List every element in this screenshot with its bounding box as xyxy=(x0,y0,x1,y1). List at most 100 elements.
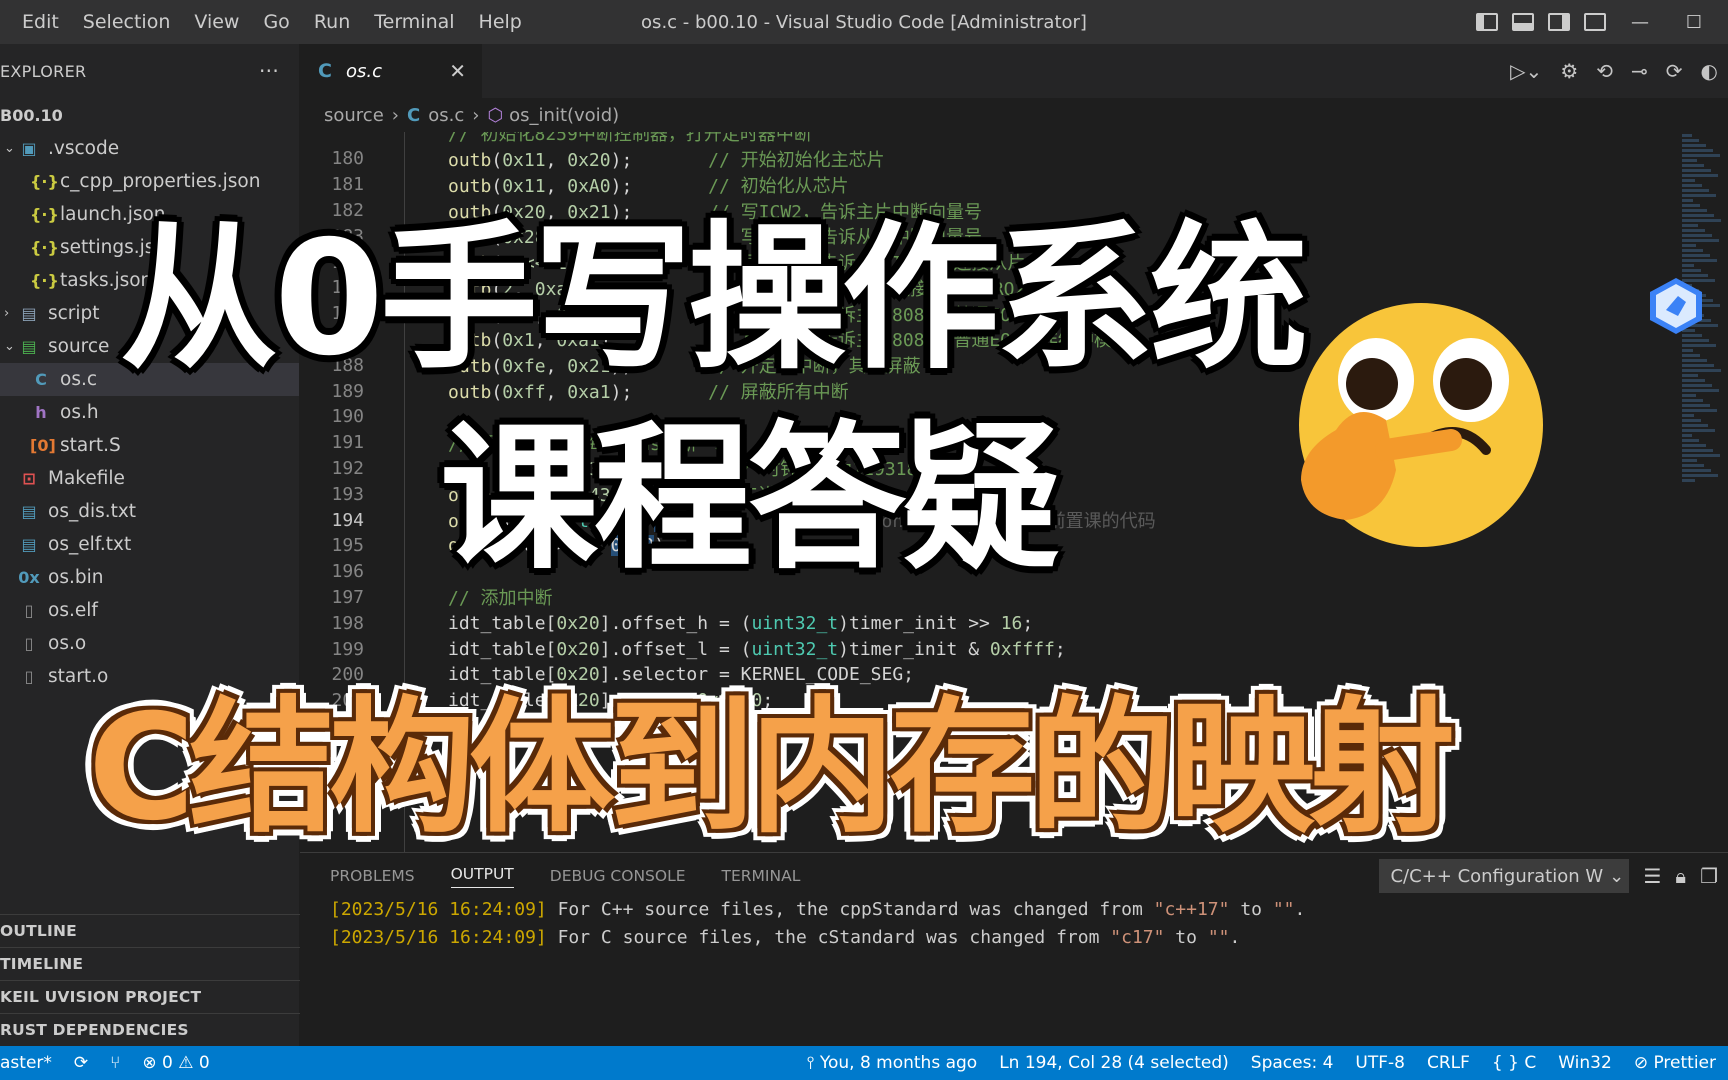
code-token: , xyxy=(567,253,589,275)
code-token: 0x11 xyxy=(502,149,546,171)
toggle-sidebar-icon[interactable] xyxy=(1476,13,1498,31)
tree-item[interactable]: [0] start.S xyxy=(0,429,299,462)
minimize-icon[interactable]: — xyxy=(1620,12,1660,33)
code-token: // 写ICW3，告诉从片连接到主片IRQ2上 xyxy=(708,278,1044,300)
tab-terminal[interactable]: TERMINAL xyxy=(722,867,801,885)
tab-os-c[interactable]: C os.c ✕ xyxy=(300,44,482,98)
code-token: 16 xyxy=(1000,612,1023,634)
tree-item[interactable]: {·} tasks.json xyxy=(0,264,299,297)
tab-debug-console[interactable]: DEBUG CONSOLE xyxy=(550,867,686,885)
gear-icon[interactable]: ⚙ xyxy=(1560,59,1578,83)
problems-status[interactable]: ⊗ 0 ⚠ 0 xyxy=(142,1053,209,1073)
json-icon: {·} xyxy=(30,238,59,257)
minimap-line xyxy=(1682,134,1692,137)
section-rust-dependencies[interactable]: RUST DEPENDENCIES xyxy=(0,1013,300,1046)
tree-item[interactable]: h os.h xyxy=(0,396,299,429)
toggle-panel-icon[interactable] xyxy=(1512,13,1534,31)
tree-item[interactable]: 0x os.bin xyxy=(0,561,299,594)
line-number: 198 xyxy=(331,612,364,634)
tree-item[interactable]: {·} c_cpp_properties.json xyxy=(0,165,299,198)
code-token: 8 xyxy=(578,535,589,557)
bird-assistant-icon[interactable] xyxy=(1648,276,1704,336)
code-token: , xyxy=(545,227,568,249)
menu-edit[interactable]: Edit xyxy=(10,11,71,33)
clear-output-icon[interactable]: ☰ xyxy=(1643,864,1661,888)
menu-view[interactable]: View xyxy=(182,11,251,33)
tree-item[interactable]: {·} settings.json xyxy=(0,231,299,264)
breadcrumb-file[interactable]: os.c xyxy=(428,105,464,126)
code-token: ); xyxy=(632,253,709,275)
maximize-icon[interactable]: ☐ xyxy=(1674,12,1714,33)
tree-item[interactable]: › ▤ script xyxy=(0,297,299,330)
branch-status[interactable]: aster* xyxy=(0,1053,52,1073)
open-changes-icon[interactable]: ⟳ xyxy=(1666,59,1683,83)
chevron-right-icon: › xyxy=(391,104,399,126)
tree-item[interactable]: ▤ os_elf.txt xyxy=(0,528,299,561)
open-log-icon[interactable]: ❐ xyxy=(1700,864,1718,888)
menu-go[interactable]: Go xyxy=(251,11,301,33)
breadcrumb-symbol[interactable]: os_init(void) xyxy=(509,105,619,126)
code-token: ( xyxy=(491,485,503,507)
project-root[interactable]: B00.10 xyxy=(0,98,299,132)
tree-item[interactable]: {·} launch.json xyxy=(0,198,299,231)
code-token: outb xyxy=(448,511,492,533)
tree-item[interactable]: ⌄ ▣ .vscode xyxy=(0,132,299,165)
section-timeline[interactable]: TIMELINE xyxy=(0,947,300,980)
menu-selection[interactable]: Selection xyxy=(71,11,183,33)
close-icon[interactable]: ✕ xyxy=(449,59,466,83)
line-number: 193 xyxy=(331,483,364,505)
cursor-position[interactable]: Ln 194, Col 28 (4 selected) xyxy=(999,1053,1229,1073)
minimap[interactable] xyxy=(1678,132,1728,852)
tree-item[interactable]: ⌄ ▤ source xyxy=(0,330,299,363)
minimap-line xyxy=(1682,244,1696,247)
breadcrumb-folder[interactable]: source xyxy=(324,105,384,126)
toggle-secondary-sidebar-icon[interactable] xyxy=(1548,13,1570,31)
tree-item-label: start.S xyxy=(60,435,121,456)
code-token: ); xyxy=(610,485,709,507)
output-token: For C++ source files, the cppStandard wa… xyxy=(546,899,1154,920)
prettier-status[interactable]: ⊘ Prettier xyxy=(1634,1053,1716,1073)
indentation[interactable]: Spaces: 4 xyxy=(1251,1053,1334,1073)
language-mode[interactable]: { } C xyxy=(1492,1053,1536,1073)
tab-output[interactable]: OUTPUT xyxy=(450,865,514,888)
more-actions-icon[interactable]: ··· xyxy=(259,59,279,83)
menu-help[interactable]: Help xyxy=(467,11,534,33)
section-keil-project[interactable]: KEIL UVISION PROJECT xyxy=(0,980,300,1013)
minimap-line xyxy=(1682,144,1706,147)
line-number: 182 xyxy=(331,199,364,221)
section-outline[interactable]: OUTLINE xyxy=(0,914,300,947)
tree-item[interactable]: Cos.c xyxy=(0,363,299,396)
menu-run[interactable]: Run xyxy=(302,11,362,33)
blame-status[interactable]: ⫯ You, 8 months ago xyxy=(807,1053,977,1073)
tree-item[interactable]: ⊡ Makefile xyxy=(0,462,299,495)
code-token: 0x36 xyxy=(502,485,546,507)
output-channel-select[interactable]: C/C++ Configuration W ⌄ xyxy=(1379,859,1630,893)
platform[interactable]: Win32 xyxy=(1558,1053,1612,1073)
go-back-icon[interactable]: ⟲ xyxy=(1596,59,1613,83)
output-log[interactable]: [2023/5/16 16:24:09] For C++ source file… xyxy=(300,899,1728,955)
tab-label: os.c xyxy=(345,60,382,82)
go-forward-icon[interactable]: ⊸ xyxy=(1631,59,1648,83)
minimap-line xyxy=(1682,239,1719,242)
split-editor-icon[interactable]: ◐ xyxy=(1701,59,1718,83)
tree-item-label: os_elf.txt xyxy=(48,534,132,555)
encoding[interactable]: UTF-8 xyxy=(1355,1053,1405,1073)
end-of-line[interactable]: CRLF xyxy=(1427,1053,1470,1073)
tree-item[interactable]: ▯ os.o xyxy=(0,627,299,660)
run-debug-icon[interactable]: ▷⌄ xyxy=(1510,59,1542,83)
menu-terminal[interactable]: Terminal xyxy=(362,11,466,33)
code-text: outb(1 << 2, 0x21); // 写ICW3，告诉主片IRQ2上连接… xyxy=(364,249,1025,275)
language-label: C xyxy=(1524,1053,1537,1073)
tab-problems[interactable]: PROBLEMS xyxy=(330,867,415,885)
minimap-line xyxy=(1682,454,1720,457)
sync-icon[interactable]: ⟳ xyxy=(74,1053,88,1073)
lock-icon[interactable]: 🔒︎ xyxy=(1675,864,1686,888)
customize-layout-icon[interactable] xyxy=(1584,13,1606,31)
tree-item[interactable]: ▯ os.elf xyxy=(0,594,299,627)
git-graph-icon[interactable]: ⑂ xyxy=(110,1053,120,1073)
tree-item[interactable]: ▯ start.o xyxy=(0,660,299,693)
code-line-partial: // 初始化8259中断控制器，打开定时器中断 xyxy=(300,132,1680,146)
output-line: [2023/5/16 16:24:09] For C++ source file… xyxy=(300,899,1728,927)
tree-item[interactable]: ▤ os_dis.txt xyxy=(0,495,299,528)
code-line: 183 outb(0x28, 0xa1); // 写ICW2，告诉从片中断向量号 xyxy=(300,223,1680,249)
